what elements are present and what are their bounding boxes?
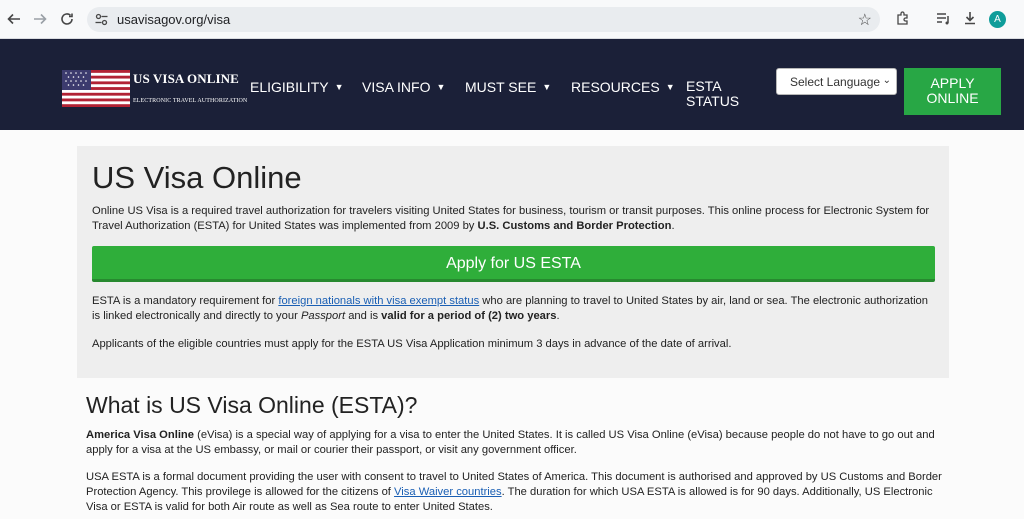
menu-eligibility-label: ELIGIBILITY: [250, 79, 329, 95]
caret-down-icon: ▼: [542, 82, 552, 92]
intro-bold-text: U.S. Customs and Border Protection: [477, 220, 672, 232]
menu-eligibility[interactable]: ELIGIBILITY ▼: [250, 79, 344, 95]
menu-resources-label: RESOURCES: [571, 79, 660, 95]
menu-esta-line2: STATUS: [686, 93, 740, 109]
p4-bold-text: America Visa Online: [86, 429, 194, 441]
extensions-icon[interactable]: [895, 10, 913, 28]
caret-down-icon: ▼: [665, 82, 675, 92]
caret-down-icon: ▼: [436, 82, 446, 92]
bookmark-star-icon[interactable]: ☆: [858, 10, 872, 30]
address-bar[interactable]: usavisagov.org/visa ☆: [87, 7, 880, 32]
browser-toolbar: usavisagov.org/visa ☆ A: [0, 0, 1024, 39]
p4-text: (eVisa) is a special way of applying for…: [86, 429, 935, 456]
p2-italic-text: Passport: [300, 310, 346, 322]
reload-icon[interactable]: [57, 9, 77, 29]
language-select-value: Select Language: [790, 75, 881, 89]
language-select[interactable]: Select Language ⌄: [776, 68, 897, 95]
chevron-down-icon: ⌄: [882, 75, 891, 86]
download-icon[interactable]: [962, 10, 980, 28]
reading-list-icon[interactable]: [935, 10, 953, 28]
section-title: What is US Visa Online (ESTA)?: [86, 392, 418, 418]
menu-esta-status[interactable]: ESTA STATUS: [686, 79, 739, 109]
usa-esta-paragraph: USA ESTA is a formal document providing …: [86, 470, 946, 515]
back-arrow-icon[interactable]: [4, 9, 24, 29]
url-text: usavisagov.org/visa: [117, 12, 231, 27]
visa-waiver-link[interactable]: Visa Waiver countries: [394, 486, 502, 498]
caret-down-icon: ▼: [334, 82, 344, 92]
apply-online-line2: ONLINE: [926, 90, 979, 106]
page-title: US Visa Online: [92, 160, 302, 195]
menu-must-see[interactable]: MUST SEE ▼: [465, 79, 551, 95]
apply-online-button[interactable]: APPLY ONLINE: [904, 68, 1001, 115]
apply-online-line1: APPLY: [930, 75, 975, 91]
logo-title[interactable]: US VISA ONLINE: [133, 71, 239, 87]
visa-exempt-link[interactable]: foreign nationals with visa exempt statu…: [278, 295, 479, 307]
p2-end-text: .: [556, 310, 560, 322]
intro-paragraph: Online US Visa is a required travel auth…: [92, 204, 937, 234]
p2-text: ESTA is a mandatory requirement for: [92, 295, 279, 307]
menu-esta-line1: ESTA: [686, 78, 722, 94]
intro-end-text: .: [671, 220, 675, 232]
p2-bold-text: valid for a period of (2) two years: [381, 310, 557, 322]
p2-mid2-text: and is: [345, 310, 382, 322]
menu-resources[interactable]: RESOURCES ▼: [571, 79, 675, 95]
logo-subtitle: ELECTRONIC TRAVEL AUTHORIZATION: [133, 98, 248, 104]
esta-requirement-paragraph: ESTA is a mandatory requirement for fore…: [92, 294, 937, 324]
america-visa-paragraph: America Visa Online (eVisa) is a special…: [86, 428, 946, 458]
profile-avatar[interactable]: A: [989, 11, 1006, 28]
advance-notice-paragraph: Applicants of the eligible countries mus…: [92, 338, 732, 350]
forward-arrow-icon[interactable]: [30, 9, 50, 29]
menu-must-see-label: MUST SEE: [465, 79, 537, 95]
apply-esta-button[interactable]: Apply for US ESTA: [92, 246, 935, 282]
us-flag-logo-icon[interactable]: [62, 70, 130, 107]
menu-visa-info[interactable]: VISA INFO ▼: [362, 79, 445, 95]
menu-visa-info-label: VISA INFO: [362, 79, 431, 95]
site-settings-icon[interactable]: [94, 12, 109, 27]
